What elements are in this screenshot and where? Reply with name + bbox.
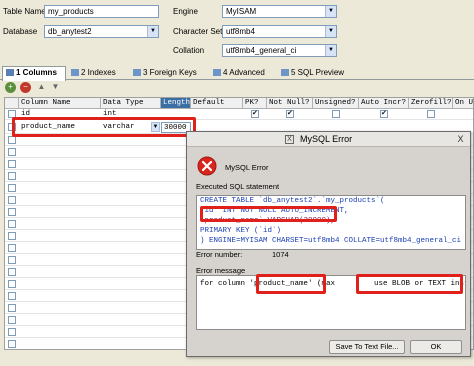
header-unsigned[interactable]: Unsigned? [313, 98, 359, 109]
database-label: Database [3, 27, 38, 36]
row-select-checkbox[interactable] [8, 256, 16, 264]
sql-line: ) ENGINE=MYISAM CHARSET=utf8mb4 COLLATE=… [200, 237, 462, 245]
header-default[interactable]: Default [191, 98, 243, 109]
columns-tab-icon [6, 69, 14, 77]
sql-statement-box[interactable]: CREATE TABLE `db_anytest2`.`my_products`… [196, 195, 466, 250]
row-select-checkbox[interactable] [8, 280, 16, 288]
add-row-button[interactable]: + [5, 82, 16, 93]
header-length[interactable]: Length [161, 98, 191, 109]
tab-indexes[interactable]: 2 Indexes [68, 67, 126, 80]
sql-line: CREATE TABLE `db_anytest2`.`my_products`… [200, 197, 385, 205]
row-select-checkbox[interactable] [8, 172, 16, 180]
collation-select-value: utf8mb4_general_ci [226, 46, 297, 55]
charset-label: Character Set [173, 27, 223, 36]
header-column-name[interactable]: Column Name [19, 98, 101, 109]
table-name-label: Table Name [3, 7, 46, 16]
dialog-title: MySQL Error [300, 134, 353, 144]
highlight-box-message-left [256, 274, 326, 294]
header-pk[interactable]: PK? [243, 98, 267, 109]
header-not-null[interactable]: Not Null? [267, 98, 313, 109]
chevron-down-icon: ▼ [325, 6, 336, 17]
move-down-button[interactable]: ▼ [50, 82, 61, 93]
executed-sql-label: Executed SQL statement [196, 182, 280, 191]
row-select-checkbox[interactable] [8, 292, 16, 300]
charset-select[interactable]: utf8mb4 ▼ [222, 25, 337, 38]
save-to-text-file-button[interactable]: Save To Text File... [329, 340, 405, 354]
error-icon [197, 156, 217, 176]
charset-select-value: utf8mb4 [226, 27, 255, 36]
header-auto-incr[interactable]: Auto Incr? [359, 98, 409, 109]
row-select-checkbox[interactable] [8, 268, 16, 276]
mysql-error-dialog: X MySQL Error X MySQL Error Executed SQL… [186, 131, 471, 357]
highlight-box-sql [200, 206, 337, 222]
error-message-label: Error message [196, 266, 246, 275]
header-data-type[interactable]: Data Type [101, 98, 161, 109]
highlight-box-message-right [356, 274, 463, 294]
tab-foreign-keys[interactable]: 3 Foreign Keys [130, 67, 202, 80]
dialog-titlebar: X MySQL Error X [187, 132, 470, 147]
error-heading: MySQL Error [225, 163, 269, 172]
advanced-tab-icon [213, 69, 221, 77]
unsigned-checkbox[interactable] [332, 110, 340, 118]
tab-advanced[interactable]: 4 Advanced [210, 67, 272, 80]
tab-columns[interactable]: 1 Columns [2, 66, 66, 81]
engine-label: Engine [173, 7, 198, 16]
sql-preview-tab-icon [281, 69, 289, 77]
engine-select-value: MyISAM [226, 7, 257, 16]
row-select-checkbox[interactable] [8, 232, 16, 240]
row-select-checkbox[interactable] [8, 148, 16, 156]
highlight-box-row [12, 117, 196, 137]
error-number-value: 1074 [272, 250, 289, 259]
grid-corner [5, 98, 19, 109]
header-zerofill[interactable]: Zerofill? [409, 98, 453, 109]
row-select-checkbox[interactable] [8, 196, 16, 204]
table-name-input[interactable]: my_products [44, 5, 159, 18]
sql-line: PRIMARY KEY (`id`) [200, 227, 282, 235]
collation-label: Collation [173, 46, 205, 55]
ok-button[interactable]: OK [410, 340, 462, 354]
row-select-checkbox[interactable] [8, 340, 16, 348]
remove-row-button[interactable]: − [20, 82, 31, 93]
zerofill-checkbox[interactable] [427, 110, 435, 118]
row-select-checkbox[interactable] [8, 244, 16, 252]
app-logo-icon: X [285, 135, 294, 144]
collation-select[interactable]: utf8mb4_general_ci ▼ [222, 44, 337, 57]
row-select-checkbox[interactable] [8, 328, 16, 336]
database-select-value: db_anytest2 [48, 27, 92, 36]
row-select-checkbox[interactable] [8, 208, 16, 216]
row-select-checkbox[interactable] [8, 160, 16, 168]
foreign-keys-tab-icon [133, 69, 141, 77]
indexes-tab-icon [71, 69, 79, 77]
chevron-down-icon: ▼ [325, 45, 336, 56]
tab-sql-preview[interactable]: 5 SQL Preview [278, 67, 352, 80]
engine-select[interactable]: MyISAM ▼ [222, 5, 337, 18]
tab-bar: 1 Columns 2 Indexes 3 Foreign Keys 4 Adv… [0, 66, 474, 81]
chevron-down-icon: ▼ [147, 26, 158, 37]
database-select[interactable]: db_anytest2 ▼ [44, 25, 159, 38]
auto-incr-checkbox[interactable] [380, 109, 388, 118]
row-select-checkbox[interactable] [8, 184, 16, 192]
row-select-checkbox[interactable] [8, 136, 16, 144]
error-number-label: Error number: [196, 250, 243, 259]
row-select-checkbox[interactable] [8, 316, 16, 324]
row-select-checkbox[interactable] [8, 304, 16, 312]
close-icon[interactable]: X [454, 133, 467, 145]
pk-checkbox[interactable] [251, 109, 259, 118]
header-on-update[interactable]: On Up [453, 98, 473, 109]
chevron-down-icon: ▼ [325, 26, 336, 37]
row-select-checkbox[interactable] [8, 220, 16, 228]
move-up-button[interactable]: ▲ [36, 82, 47, 93]
not-null-checkbox[interactable] [286, 109, 294, 118]
